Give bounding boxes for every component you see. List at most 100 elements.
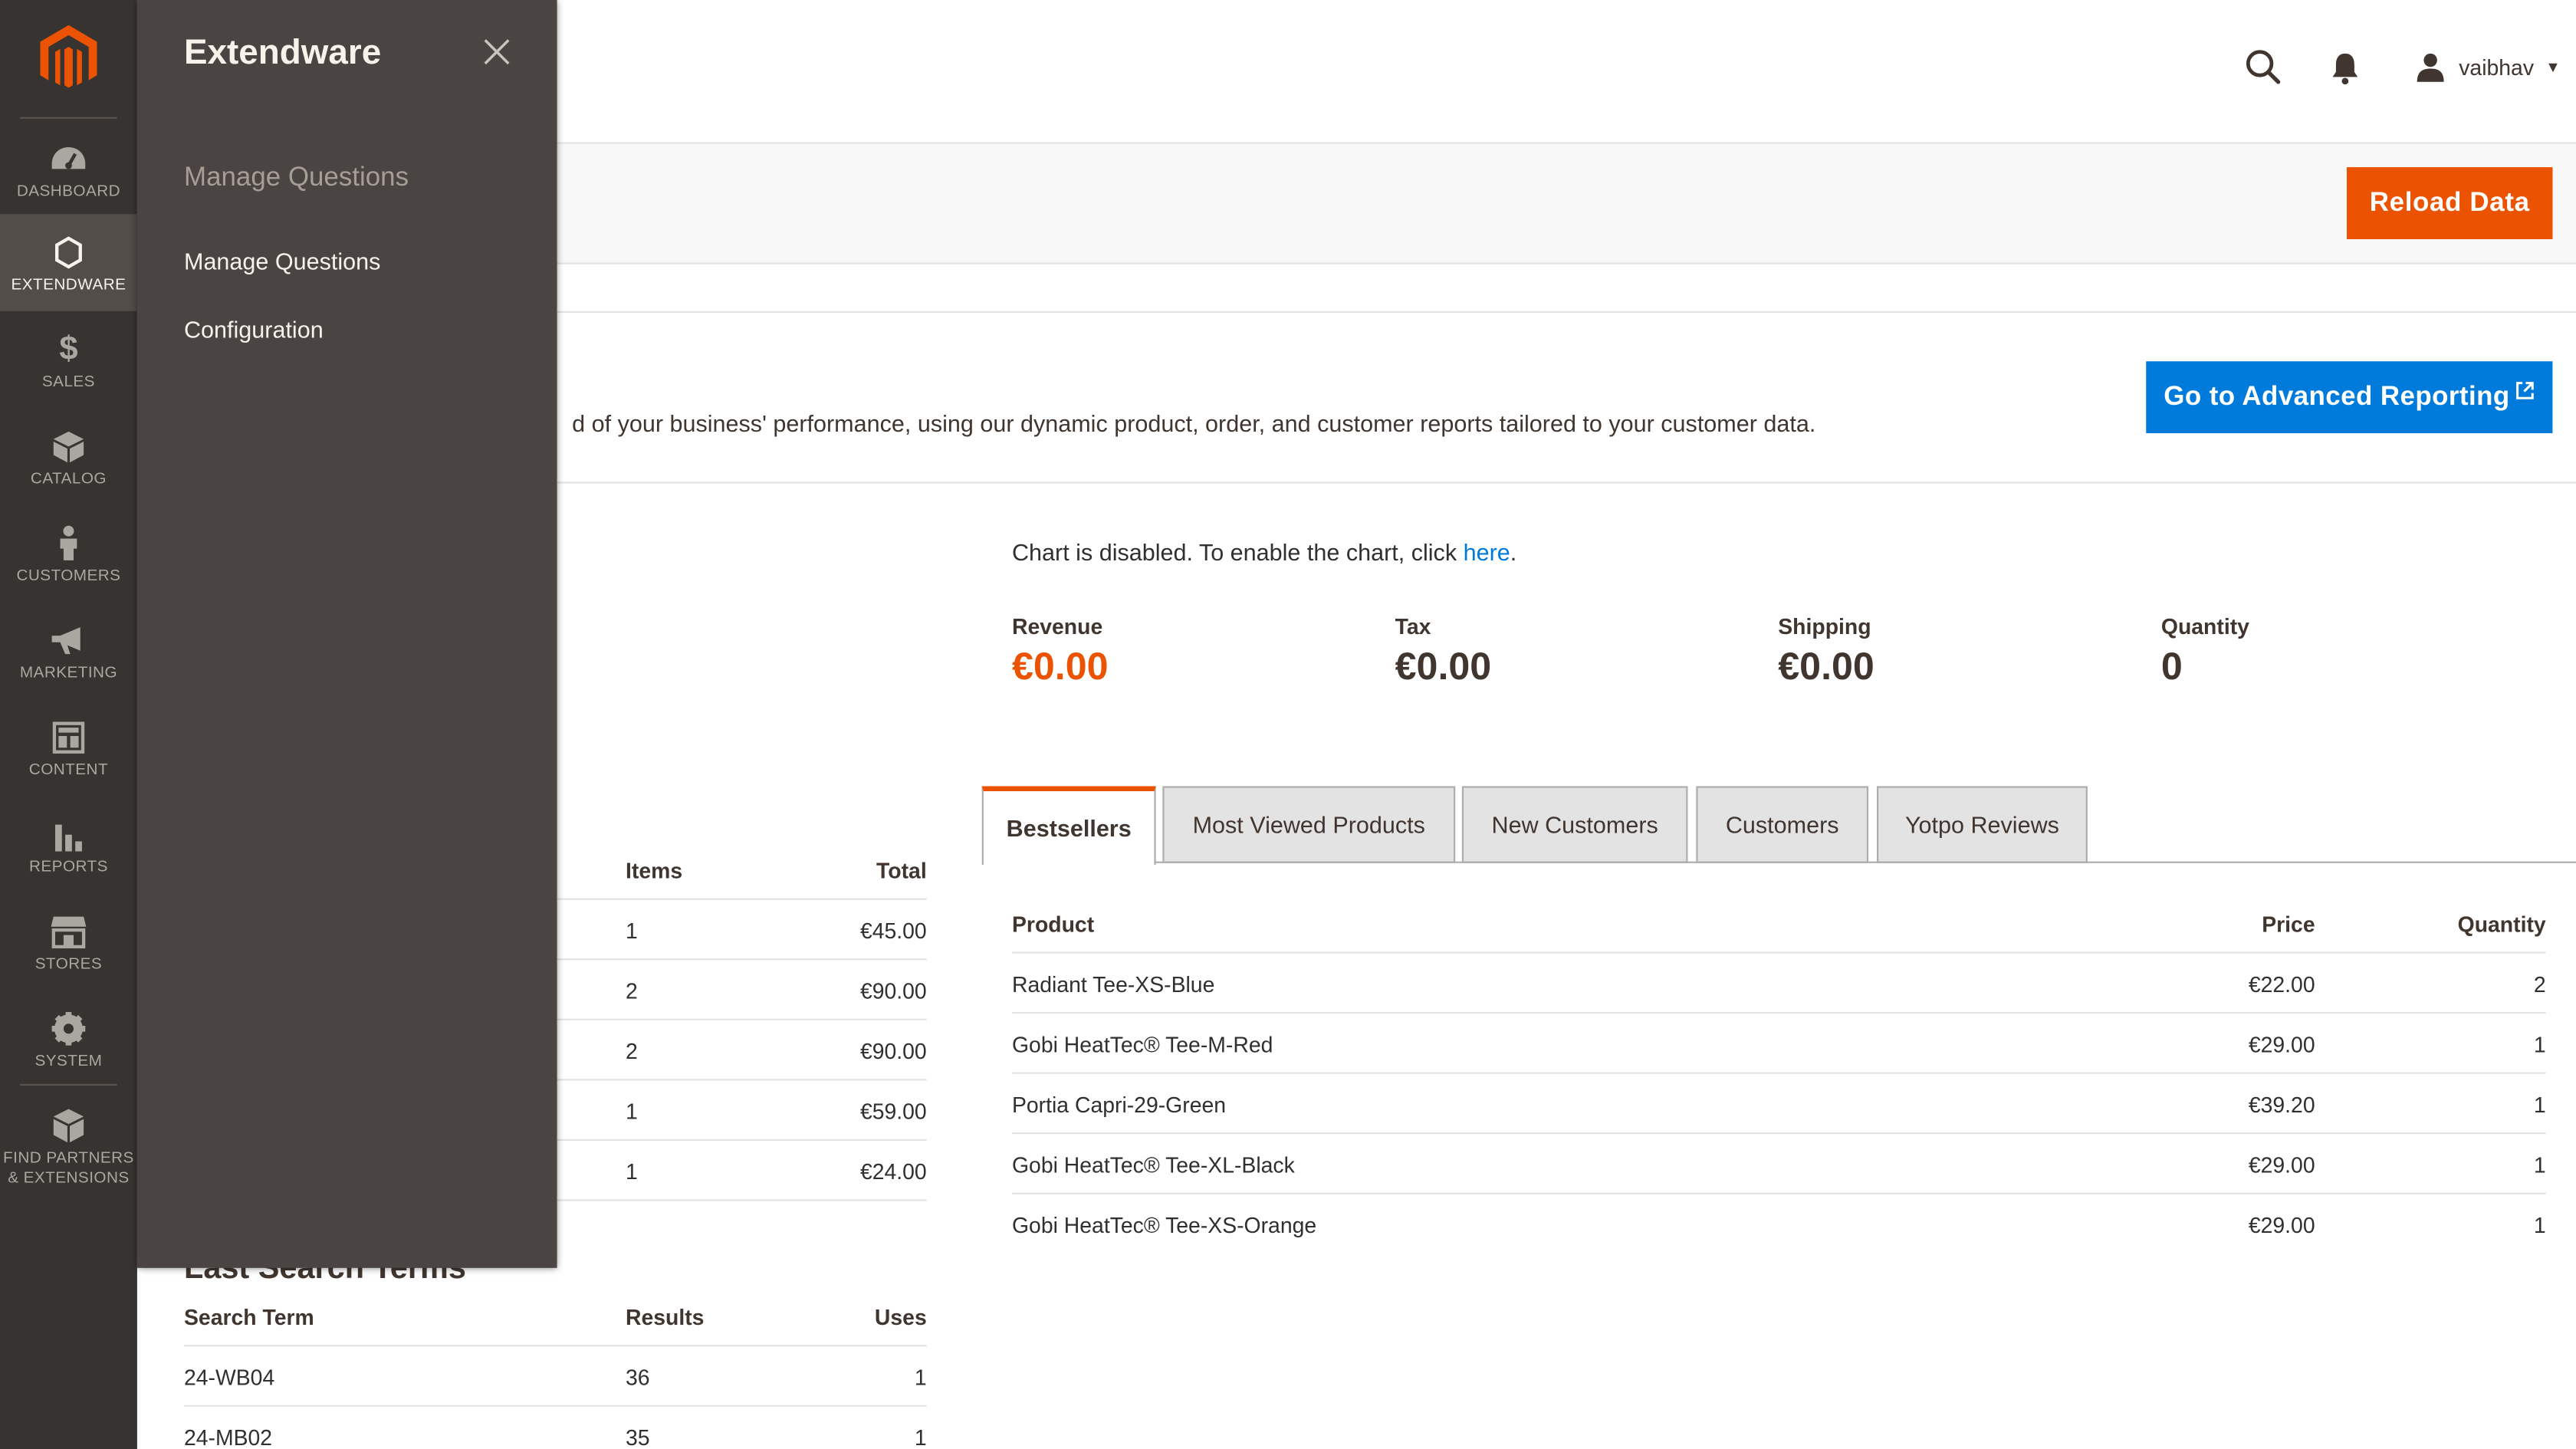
megaphone-icon — [50, 623, 87, 659]
nav-item-label: STORES — [34, 955, 103, 974]
submenu-link-configuration[interactable]: Configuration — [184, 316, 324, 343]
nav-item-sales[interactable]: $ SALES — [0, 311, 137, 409]
nav-item-reports[interactable]: REPORTS — [0, 797, 137, 894]
order-items: 2 — [625, 1038, 638, 1064]
search-icon[interactable] — [2245, 48, 2282, 85]
table-row[interactable]: 24-WB04 36 1 — [183, 1346, 927, 1407]
search-terms-header-row: Search Term Results Uses — [183, 1286, 927, 1347]
tab-bestsellers[interactable]: Bestsellers — [981, 786, 1156, 865]
order-total: €59.00 — [859, 1099, 927, 1125]
col-items-header: Items — [625, 858, 683, 883]
product-quantity: 1 — [2533, 1092, 2546, 1118]
total-label: Shipping — [1778, 613, 1871, 639]
nav-item-find-partners[interactable]: FIND PARTNERS & EXTENSIONS — [0, 1087, 137, 1204]
table-row[interactable]: Radiant Tee-XS-Blue €22.00 2 — [1011, 954, 2546, 1014]
external-link-icon — [2516, 380, 2535, 404]
divider — [20, 1083, 117, 1086]
advanced-reporting-button[interactable]: Go to Advanced Reporting — [2146, 361, 2553, 434]
nav-item-label: EXTENDWARE — [11, 275, 127, 294]
product-price: €22.00 — [2248, 971, 2315, 997]
nav-item-stores[interactable]: STORES — [0, 893, 137, 991]
col-total-header: Total — [876, 858, 927, 883]
tab-customers[interactable]: Customers — [1696, 786, 1869, 863]
tab-yotpo-reviews[interactable]: Yotpo Reviews — [1876, 786, 2088, 863]
nav-item-system[interactable]: SYSTEM — [0, 991, 137, 1088]
total-label: Revenue — [1011, 613, 1103, 639]
submenu-title: Extendware — [183, 33, 382, 72]
product-quantity: 1 — [2533, 1032, 2546, 1057]
nav-item-label: REPORTS — [29, 858, 108, 877]
table-row[interactable]: Gobi HeatTec® Tee-M-Red €29.00 1 — [1011, 1014, 2546, 1074]
col-results-header: Results — [625, 1304, 705, 1330]
total-revenue: Revenue €0.00 — [1012, 614, 1109, 689]
nav-item-content[interactable]: CONTENT — [0, 699, 137, 797]
nav-item-dashboard[interactable]: DASHBOARD — [0, 120, 137, 218]
nav-item-label: CATALOG — [30, 470, 107, 489]
advanced-reporting-description: d of your business' performance, using o… — [572, 409, 1816, 437]
nav-item-extendware[interactable]: EXTENDWARE — [0, 214, 137, 311]
tabs-baseline — [1154, 861, 2576, 863]
submenu-link-manage-questions[interactable]: Manage Questions — [184, 248, 380, 274]
nav-item-customers[interactable]: CUSTOMERS — [0, 505, 137, 603]
order-items: 1 — [625, 1099, 638, 1125]
col-product-header: Product — [1011, 912, 1095, 937]
logo-icon — [40, 25, 97, 88]
col-quantity-header: Quantity — [2457, 912, 2546, 937]
chevron-down-icon: ▼ — [2545, 58, 2561, 76]
table-row[interactable]: Portia Capri-29-Green €39.20 1 — [1011, 1074, 2546, 1135]
magento-logo[interactable] — [0, 0, 137, 117]
nav-item-label: CONTENT — [28, 761, 109, 780]
product-quantity: 1 — [2533, 1152, 2546, 1178]
box-icon — [50, 429, 87, 465]
search-uses: 1 — [914, 1365, 927, 1391]
nav-item-label: DASHBOARD — [16, 182, 121, 201]
extendware-submenu: Extendware Manage Questions Manage Quest… — [136, 0, 557, 1268]
bar-chart-icon — [50, 816, 87, 853]
product-quantity: 1 — [2533, 1212, 2546, 1238]
col-price-header: Price — [2262, 912, 2315, 937]
product-name: Portia Capri-29-Green — [1011, 1092, 1227, 1118]
bestsellers-header-row: Product Price Quantity — [1011, 893, 2546, 954]
nav-item-label: MARKETING — [19, 664, 118, 683]
divider — [20, 117, 117, 119]
gear-icon — [50, 1010, 87, 1047]
user-menu[interactable]: vaibhav ▼ — [2416, 48, 2561, 85]
total-value: €0.00 — [1011, 643, 1109, 688]
order-total: €45.00 — [859, 918, 927, 944]
order-total: €90.00 — [859, 1038, 927, 1064]
order-items: 1 — [625, 1158, 638, 1184]
product-price: €39.20 — [2248, 1092, 2315, 1118]
nav-item-label: FIND PARTNERS & EXTENSIONS — [3, 1148, 134, 1188]
tab-new-customers[interactable]: New Customers — [1461, 786, 1688, 863]
submenu-group-title: Manage Questions — [183, 163, 409, 192]
product-name: Gobi HeatTec® Tee-XL-Black — [1011, 1152, 1295, 1178]
search-uses: 1 — [914, 1424, 927, 1449]
product-price: €29.00 — [2248, 1212, 2315, 1238]
reload-data-button[interactable]: Reload Data — [2347, 167, 2553, 239]
tab-most-viewed-products[interactable]: Most Viewed Products — [1162, 786, 1456, 863]
dollar-icon: $ — [59, 330, 78, 367]
table-row[interactable]: Gobi HeatTec® Tee-XL-Black €29.00 1 — [1011, 1134, 2546, 1194]
hexagon-icon — [50, 234, 87, 271]
total-value: €0.00 — [1778, 643, 1875, 688]
nav-item-label: CUSTOMERS — [16, 567, 121, 586]
nav-item-label: SALES — [41, 373, 95, 392]
admin-sidebar: DASHBOARD EXTENDWARE $ SALES CATALOG CUS… — [0, 0, 137, 1449]
person-icon — [50, 525, 87, 562]
bell-icon[interactable] — [2328, 50, 2362, 87]
chart-message-period: . — [1510, 538, 1517, 566]
storefront-icon — [50, 913, 87, 950]
user-icon — [2417, 53, 2444, 82]
total-shipping: Shipping €0.00 — [1778, 614, 1875, 689]
table-row[interactable]: Gobi HeatTec® Tee-XS-Orange €29.00 1 — [1012, 1194, 2546, 1255]
search-results: 35 — [625, 1424, 650, 1449]
close-icon[interactable] — [480, 35, 514, 69]
cubes-icon — [50, 1107, 87, 1144]
table-row[interactable]: 24-MB02 35 1 — [184, 1407, 927, 1449]
nav-item-marketing[interactable]: MARKETING — [0, 602, 137, 699]
product-price: €29.00 — [2248, 1152, 2315, 1178]
col-search-term-header: Search Term — [183, 1304, 314, 1330]
enable-chart-link[interactable]: here — [1464, 539, 1510, 566]
product-price: €29.00 — [2248, 1032, 2315, 1057]
nav-item-catalog[interactable]: CATALOG — [0, 408, 137, 505]
